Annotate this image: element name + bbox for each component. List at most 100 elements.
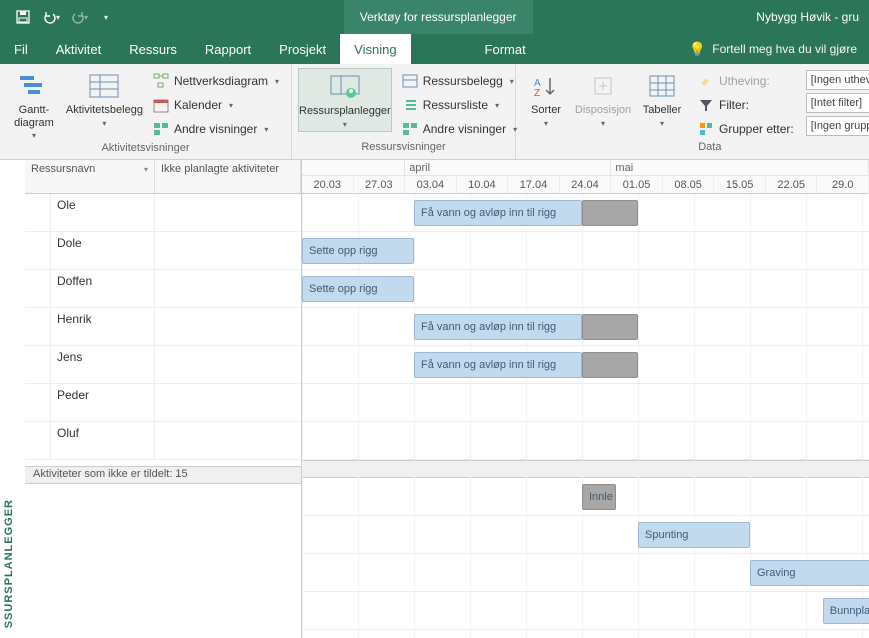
task-bar[interactable] bbox=[582, 200, 638, 226]
chart-lane[interactable]: Få vann og avløp inn til rigg bbox=[302, 308, 869, 346]
save-button[interactable] bbox=[10, 4, 36, 30]
date-label: 17.04 bbox=[508, 176, 560, 194]
calendar-icon bbox=[153, 97, 169, 113]
other-resource-views-button[interactable]: Andre visninger ▾ bbox=[396, 118, 523, 140]
outline-button[interactable]: Disposisjon ▾ bbox=[574, 68, 632, 130]
column-headers: Ressursnavn▾ Ikke planlagte aktiviteter bbox=[25, 160, 301, 194]
tab-file[interactable]: Fil bbox=[0, 34, 42, 64]
month-label bbox=[302, 160, 405, 175]
highlight-icon bbox=[698, 73, 714, 89]
filter-combo[interactable]: [Intet filter]▾ bbox=[806, 93, 869, 113]
chevron-down-icon: ▾ bbox=[229, 101, 233, 110]
resource-row[interactable]: Dole bbox=[25, 232, 301, 270]
date-label: 24.04 bbox=[560, 176, 612, 194]
gantt-diagram-button[interactable]: Gantt-diagram ▾ bbox=[6, 68, 62, 142]
activity-usage-button[interactable]: Aktivitetsbelegg ▾ bbox=[66, 68, 143, 130]
chevron-down-icon: ▾ bbox=[56, 13, 60, 22]
list-icon bbox=[402, 97, 418, 113]
highlight-combo[interactable]: [Ingen uthevin▾ bbox=[806, 70, 869, 90]
group-data: AZ Sorter ▾ Disposisjon ▾ Tabeller ▾ Uth… bbox=[516, 64, 869, 159]
chart-lane[interactable]: Sette opp rigg bbox=[302, 232, 869, 270]
chart-lane[interactable]: Graving bbox=[302, 554, 869, 592]
gantt-chart[interactable]: Få vann og avløp inn til riggSette opp r… bbox=[302, 194, 869, 638]
resource-row[interactable]: Doffen bbox=[25, 270, 301, 308]
chart-lane[interactable]: Bunnplate bbox=[302, 592, 869, 630]
ribbon-tabs: Fil Aktivitet Ressurs Rapport Prosjekt V… bbox=[0, 34, 869, 64]
resource-row[interactable]: Peder bbox=[25, 384, 301, 422]
task-bar[interactable]: Få vann og avløp inn til rigg bbox=[414, 314, 582, 340]
contextual-tool-label: Verktøy for ressursplanlegger bbox=[344, 0, 533, 34]
resource-row[interactable]: Oluf bbox=[25, 422, 301, 460]
task-bar[interactable]: Få vann og avløp inn til rigg bbox=[414, 200, 582, 226]
tab-format[interactable]: Format bbox=[471, 34, 540, 64]
chart-lane[interactable]: Sette opp rigg bbox=[302, 270, 869, 308]
planner-icon bbox=[329, 71, 361, 103]
col-resource-name[interactable]: Ressursnavn▾ bbox=[25, 160, 155, 193]
tab-aktivitet[interactable]: Aktivitet bbox=[42, 34, 116, 64]
lightbulb-icon: 💡 bbox=[689, 41, 706, 58]
group-combo[interactable]: [Ingen gruppe▾ bbox=[806, 116, 869, 136]
group-label: Aktivitetsvisninger bbox=[0, 142, 291, 159]
other-views-button[interactable]: Andre visninger ▾ bbox=[147, 118, 285, 140]
date-label: 29.0 bbox=[817, 176, 869, 194]
chevron-down-icon: ▾ bbox=[343, 120, 347, 129]
chart-lane[interactable]: Få vann og avløp inn til rigg bbox=[302, 346, 869, 384]
resource-planner-button[interactable]: Ressursplanlegger ▾ bbox=[298, 68, 392, 132]
resource-list-button[interactable]: Ressursliste ▾ bbox=[396, 94, 523, 116]
view-title-vertical: SSURSPLANLEGGER bbox=[0, 495, 18, 632]
tab-visning[interactable]: Visning bbox=[340, 34, 410, 64]
chart-lane[interactable]: Få vann og avløp inn til rigg bbox=[302, 194, 869, 232]
chart-lane[interactable]: Spunting bbox=[302, 516, 869, 554]
network-diagram-button[interactable]: Nettverksdiagram ▾ bbox=[147, 70, 285, 92]
task-bar[interactable]: Graving bbox=[750, 560, 869, 586]
task-bar[interactable] bbox=[582, 314, 638, 340]
date-label: 15.05 bbox=[714, 176, 766, 194]
resource-row[interactable]: Ole bbox=[25, 194, 301, 232]
tab-ressurs[interactable]: Ressurs bbox=[115, 34, 191, 64]
chevron-down-icon: ▾ bbox=[275, 77, 279, 86]
task-bar[interactable] bbox=[582, 352, 638, 378]
month-label: april bbox=[405, 160, 611, 175]
date-label: 22.05 bbox=[766, 176, 818, 194]
chart-lane[interactable]: Innle bbox=[302, 478, 869, 516]
timeline-pane: aprilmai 20.0327.0303.0410.0417.0424.040… bbox=[302, 160, 869, 638]
sort-button[interactable]: AZ Sorter ▾ bbox=[522, 68, 570, 130]
resource-row[interactable]: Henrik bbox=[25, 308, 301, 346]
group-label: Ressursvisninger bbox=[292, 141, 515, 159]
task-bar[interactable]: Bunnplate bbox=[823, 598, 869, 624]
highlight-label: Utheving: bbox=[692, 70, 800, 92]
unassigned-header[interactable]: Aktiviteter som ikke er tildelt: 15 bbox=[25, 466, 301, 484]
tables-button[interactable]: Tabeller ▾ bbox=[636, 68, 688, 130]
group-by-label: Grupper etter: bbox=[692, 118, 800, 140]
task-bar[interactable]: Sette opp rigg bbox=[302, 238, 414, 264]
tell-me-search[interactable]: 💡 Fortell meg hva du vil gjøre bbox=[677, 34, 869, 64]
chevron-down-icon: ▾ bbox=[510, 77, 514, 86]
usage-icon bbox=[402, 73, 418, 89]
col-unplanned[interactable]: Ikke planlagte aktiviteter bbox=[155, 160, 301, 193]
date-label: 10.04 bbox=[457, 176, 509, 194]
chart-lane[interactable] bbox=[302, 422, 869, 460]
resource-row[interactable]: Jens bbox=[25, 346, 301, 384]
date-label: 27.03 bbox=[354, 176, 406, 194]
tab-prosjekt[interactable]: Prosjekt bbox=[265, 34, 340, 64]
table-icon bbox=[646, 70, 678, 102]
qat-customize[interactable]: ▾ bbox=[94, 4, 120, 30]
chevron-down-icon: ▾ bbox=[264, 125, 268, 134]
chart-lane[interactable] bbox=[302, 384, 869, 422]
task-bar[interactable]: Få vann og avløp inn til rigg bbox=[414, 352, 582, 378]
task-bar[interactable]: Spunting bbox=[638, 522, 750, 548]
table-icon bbox=[88, 70, 120, 102]
title-bar: ▾ ▾ ▾ Verktøy for ressursplanlegger Nyby… bbox=[0, 0, 869, 34]
task-bar[interactable]: Sette opp rigg bbox=[302, 276, 414, 302]
undo-button[interactable]: ▾ bbox=[38, 4, 64, 30]
task-bar[interactable]: Innle bbox=[582, 484, 616, 510]
resource-usage-button[interactable]: Ressursbelegg ▾ bbox=[396, 70, 523, 92]
month-label: mai bbox=[611, 160, 869, 175]
tab-rapport[interactable]: Rapport bbox=[191, 34, 265, 64]
redo-button[interactable]: ▾ bbox=[66, 4, 92, 30]
resource-rows: OleDoleDoffenHenrikJensPederOluf bbox=[25, 194, 301, 466]
calendar-button[interactable]: Kalender ▾ bbox=[147, 94, 285, 116]
network-icon bbox=[153, 73, 169, 89]
resource-list-pane: Ressursnavn▾ Ikke planlagte aktiviteter … bbox=[25, 160, 302, 638]
date-label: 01.05 bbox=[611, 176, 663, 194]
